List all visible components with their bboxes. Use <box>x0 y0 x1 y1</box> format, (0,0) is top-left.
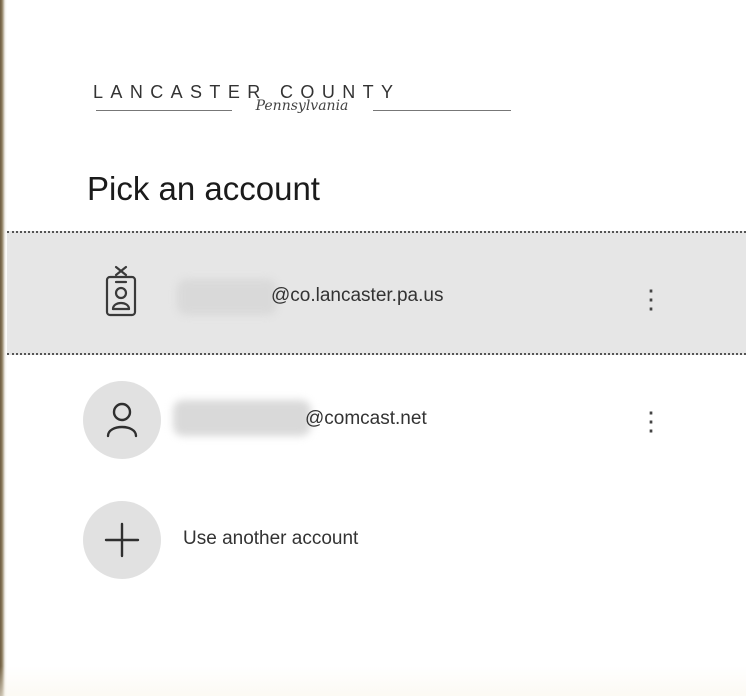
account-email: @co.lancaster.pa.us <box>271 285 444 306</box>
use-another-account-label: Use another account <box>183 528 359 549</box>
id-badge-icon <box>105 265 137 317</box>
lancaster-county-logo: LANCASTER COUNTY Pennsylvania <box>93 82 513 132</box>
page-title: Pick an account <box>87 170 320 207</box>
add-account-circle <box>83 501 161 579</box>
person-icon <box>106 402 138 438</box>
bottom-edge <box>0 666 746 696</box>
plus-icon <box>104 522 140 558</box>
logo-rule-right <box>373 110 511 111</box>
account-picker: LANCASTER COUNTY Pennsylvania Pick an ac… <box>0 0 746 696</box>
window-left-edge <box>0 0 7 696</box>
account-email: @comcast.net <box>305 408 427 429</box>
logo-script-text: Pennsylvania <box>255 98 349 114</box>
use-another-account-button[interactable]: Use another account <box>7 490 746 590</box>
avatar <box>83 381 161 459</box>
more-options-button[interactable]: ⋮ <box>637 281 665 317</box>
account-row-personal[interactable]: @comcast.net ⋮ <box>7 360 746 480</box>
more-options-button[interactable]: ⋮ <box>637 403 665 439</box>
account-row-work[interactable]: @co.lancaster.pa.us ⋮ <box>7 231 746 355</box>
blurred-username <box>177 279 277 315</box>
blurred-username <box>173 400 311 436</box>
logo-rule-left <box>96 110 232 111</box>
